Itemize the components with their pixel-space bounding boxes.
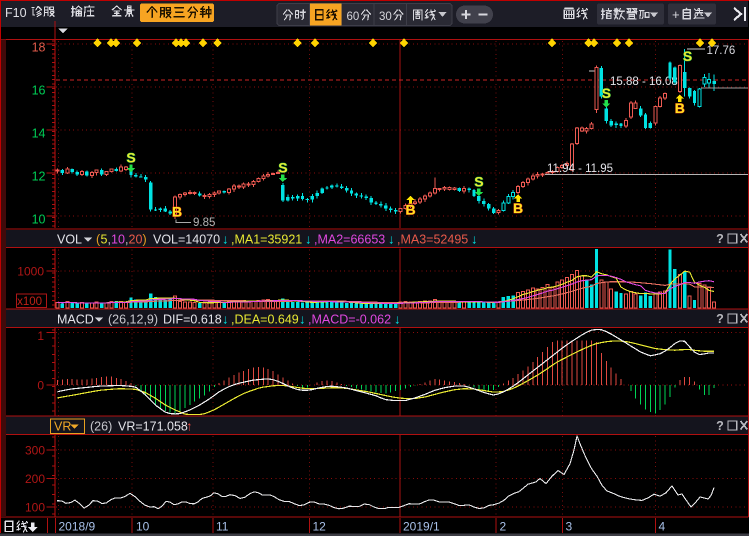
- svg-text:↑: ↑: [186, 419, 193, 434]
- svg-text:↓: ↓: [222, 232, 229, 247]
- svg-text:S: S: [126, 150, 135, 166]
- svg-text:,MA2=66653: ,MA2=66653: [314, 233, 385, 247]
- svg-text:?: ?: [716, 232, 724, 246]
- svg-text:11.94 - 11.95: 11.94 - 11.95: [547, 163, 613, 175]
- svg-text:12: 12: [313, 520, 327, 534]
- svg-text:S: S: [683, 48, 692, 64]
- svg-text:B: B: [405, 202, 415, 218]
- svg-text:2019/1: 2019/1: [403, 520, 440, 534]
- svg-text:3: 3: [566, 520, 573, 534]
- svg-text:100: 100: [25, 501, 45, 515]
- svg-text:4: 4: [659, 520, 666, 534]
- svg-text:10: 10: [32, 213, 46, 227]
- svg-text:,DEA=0.649: ,DEA=0.649: [231, 313, 299, 327]
- svg-text:(26,12,9): (26,12,9): [108, 313, 158, 327]
- svg-text:MACD: MACD: [57, 313, 94, 327]
- svg-text:0: 0: [37, 379, 44, 393]
- svg-text:(26): (26): [90, 420, 112, 434]
- svg-text:12: 12: [32, 170, 46, 184]
- svg-text:S: S: [278, 160, 287, 176]
- svg-text:x100: x100: [17, 296, 42, 308]
- svg-text:1: 1: [37, 329, 44, 343]
- svg-text:,MA3=52495: ,MA3=52495: [397, 233, 468, 247]
- svg-text:?: ?: [716, 419, 724, 433]
- svg-text:,MACD=-0.062: ,MACD=-0.062: [308, 313, 391, 327]
- svg-text:,MA1=35921: ,MA1=35921: [231, 233, 302, 247]
- svg-text:18: 18: [32, 41, 46, 55]
- svg-text:↓: ↓: [299, 312, 306, 327]
- svg-text:): ): [143, 233, 147, 247]
- svg-text:↓: ↓: [388, 232, 395, 247]
- svg-text:VR=171.058: VR=171.058: [118, 420, 188, 434]
- svg-text:10: 10: [136, 520, 150, 534]
- svg-text:F10: F10: [5, 6, 27, 20]
- svg-text:20: 20: [129, 233, 143, 247]
- svg-text:30: 30: [379, 11, 392, 23]
- svg-text:200: 200: [25, 472, 45, 486]
- svg-text:9.85: 9.85: [193, 217, 215, 229]
- svg-text:2: 2: [500, 520, 507, 534]
- svg-text:DIF=0.618: DIF=0.618: [163, 313, 222, 327]
- svg-text:15.88 - 16.08: 15.88 - 16.08: [610, 76, 678, 88]
- svg-text:B: B: [513, 200, 523, 216]
- svg-text:1000: 1000: [17, 265, 44, 279]
- svg-text:2018/9: 2018/9: [59, 520, 96, 534]
- svg-text:60: 60: [347, 11, 360, 23]
- svg-text:11: 11: [216, 520, 229, 534]
- svg-text:↓: ↓: [305, 232, 312, 247]
- svg-text:↓: ↓: [222, 312, 229, 327]
- svg-text:B: B: [675, 100, 685, 116]
- svg-text:VR: VR: [54, 420, 71, 434]
- svg-text:5: 5: [101, 233, 108, 247]
- svg-text:+: +: [672, 7, 680, 22]
- svg-text:VOL: VOL: [57, 233, 82, 247]
- svg-text:16: 16: [32, 84, 46, 98]
- svg-text:S: S: [474, 174, 483, 190]
- svg-text:S: S: [602, 85, 611, 101]
- svg-text:↓: ↓: [471, 232, 478, 247]
- svg-text:10: 10: [111, 233, 125, 247]
- svg-text:VOL=14070: VOL=14070: [153, 233, 220, 247]
- svg-text:↓: ↓: [394, 312, 401, 327]
- svg-text:?: ?: [716, 312, 724, 326]
- svg-text:B: B: [172, 204, 182, 220]
- svg-text:14: 14: [32, 127, 46, 141]
- svg-text:300: 300: [25, 444, 45, 458]
- svg-text:17.76: 17.76: [707, 45, 736, 57]
